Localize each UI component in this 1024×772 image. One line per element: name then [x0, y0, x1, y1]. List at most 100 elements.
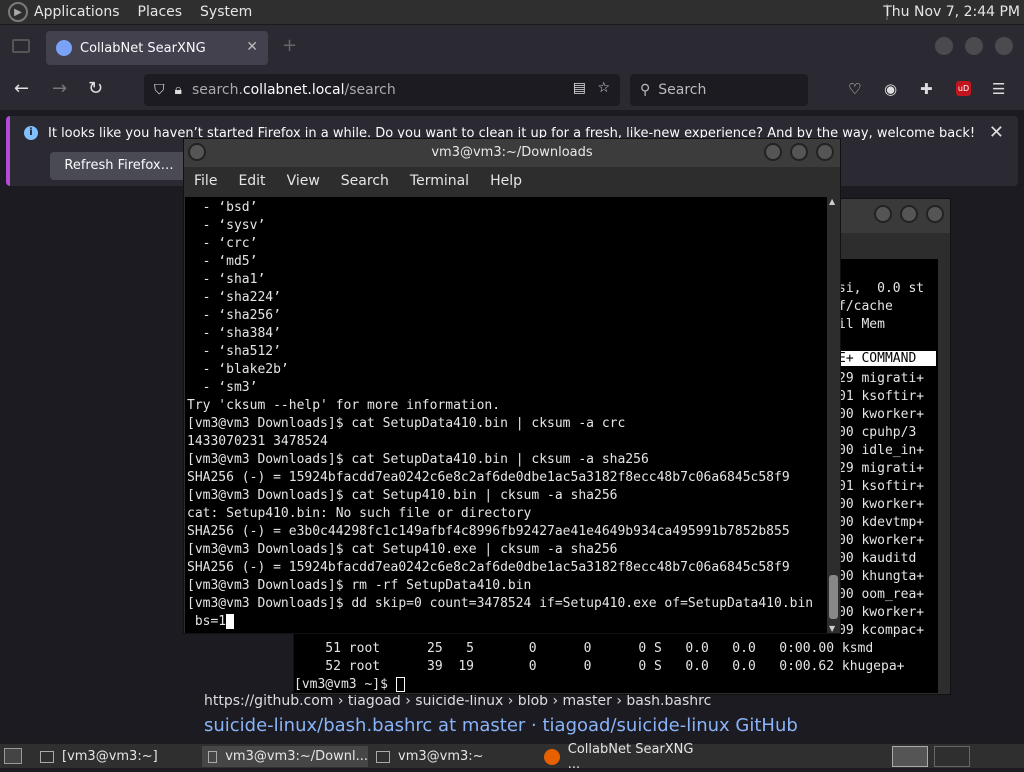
terminal-scrollbar[interactable]: ▲ ▼ — [827, 197, 840, 633]
close-window-icon[interactable] — [926, 205, 944, 223]
menu-places[interactable]: Places — [138, 4, 183, 20]
workspace-switcher[interactable] — [892, 746, 928, 767]
menu-edit[interactable]: Edit — [238, 173, 265, 189]
terminal-line: - ‘sha1’ — [187, 272, 266, 287]
terminal-line: - ‘sha256’ — [187, 308, 281, 323]
firefox-icon — [544, 748, 560, 765]
menu-terminal[interactable]: Terminal — [410, 173, 469, 189]
searxng-favicon-icon — [56, 40, 72, 56]
window-menu-icon[interactable] — [188, 143, 206, 161]
terminal-titlebar[interactable]: vm3@vm3:~/Downloads — [184, 139, 840, 167]
menu-help[interactable]: Help — [490, 173, 522, 189]
terminal-line: 51 root 25 5 0 0 0 S 0.0 0.0 0:00.00 ksm… — [294, 641, 874, 656]
maximize-icon[interactable] — [900, 205, 918, 223]
menu-file[interactable]: File — [194, 173, 217, 189]
account-icon[interactable]: ◉ — [884, 80, 897, 98]
terminal-line: [vm3@vm3 Downloads]$ cat SetupData410.bi… — [187, 452, 649, 467]
tab-title: CollabNet SearXNG — [80, 40, 206, 56]
menu-search[interactable]: Search — [341, 173, 389, 189]
tab-bar: CollabNet SearXNG ✕ + — [0, 25, 1024, 70]
clock[interactable]: Thu Nov 7, 2:44 PM — [883, 4, 1020, 20]
close-window-icon[interactable] — [995, 37, 1013, 55]
close-window-icon[interactable] — [816, 143, 834, 161]
terminal-scrollbar[interactable] — [938, 259, 950, 693]
cursor — [226, 614, 235, 629]
menu-applications[interactable]: Applications — [34, 4, 120, 20]
ublock-origin-icon[interactable]: uD — [956, 81, 971, 96]
scrollbar-thumb[interactable] — [829, 575, 838, 619]
tracking-shield-icon[interactable]: ⛉ — [154, 82, 165, 98]
terminal-line: [vm3@vm3 Downloads]$ rm -rf SetupData410… — [187, 578, 532, 593]
terminal-line: [vm3@vm3 Downloads]$ cat Setup410.exe | … — [187, 542, 618, 557]
taskbar-label: vm3@vm3:~ — [398, 749, 484, 764]
terminal-line: - ‘crc’ — [187, 236, 258, 251]
minimize-icon[interactable] — [874, 205, 892, 223]
search-box[interactable]: ⚲ Search — [630, 74, 808, 106]
terminal-line: - ‘sysv’ — [187, 218, 266, 233]
terminal-line: 01 ksoftir+ — [838, 479, 925, 494]
workspace-switcher[interactable] — [934, 746, 970, 767]
extensions-icon[interactable]: ✚ — [920, 80, 933, 98]
scroll-down-icon[interactable]: ▼ — [829, 624, 835, 633]
url-bar[interactable]: ⛉ 🔒︎ search.collabnet.local/search ▤ ☆ — [144, 74, 620, 106]
terminal-line: - ‘sm3’ — [187, 380, 258, 395]
tab-overview-icon[interactable] — [12, 39, 30, 53]
tab-close-icon[interactable]: ✕ — [246, 39, 258, 55]
terminal-line: - ‘sha512’ — [187, 344, 281, 359]
hamburger-menu-icon[interactable]: ☰ — [992, 80, 1005, 98]
result-url[interactable]: https://github.com › tiagoad › suicide-l… — [204, 693, 711, 709]
terminal-screen[interactable]: - ‘bsd’ - ‘sysv’ - ‘crc’ - ‘md5’ - ‘sha1… — [185, 197, 827, 633]
menu-system[interactable]: System — [200, 4, 252, 20]
back-arrow-icon[interactable]: ← — [14, 78, 29, 99]
notification-close-icon[interactable]: ✕ — [989, 122, 1004, 143]
terminal-line: 00 kworker+ — [838, 497, 925, 512]
top-panel: ▶ Applications Places System Thu Nov 7, … — [0, 0, 1024, 25]
taskbar-item-terminal-1[interactable]: [vm3@vm3:~] — [34, 746, 196, 767]
terminal-line: cat: Setup410.bin: No such file or direc… — [187, 506, 532, 521]
reload-icon[interactable]: ↻ — [88, 78, 103, 99]
show-desktop-icon[interactable] — [4, 748, 22, 764]
info-icon: i — [24, 126, 38, 140]
lock-icon[interactable]: 🔒︎ — [175, 82, 182, 98]
terminal-line: 00 kworker+ — [838, 407, 925, 422]
terminal-line: [vm3@vm3 Downloads]$ cat SetupData410.bi… — [187, 416, 626, 431]
minimize-icon[interactable] — [764, 143, 782, 161]
terminal-line: 01 ksoftir+ — [838, 389, 925, 404]
terminal-line: - ‘md5’ — [187, 254, 258, 269]
refresh-firefox-button[interactable]: Refresh Firefox… — [50, 152, 188, 180]
terminal-line: [vm3@vm3 Downloads]$ cat Setup410.bin | … — [187, 488, 618, 503]
reader-view-icon[interactable]: ▤ — [573, 80, 586, 96]
maximize-icon[interactable] — [790, 143, 808, 161]
terminal-icon — [208, 750, 218, 763]
terminal-line: E+ COMMAND — [838, 351, 936, 366]
forward-arrow-icon[interactable]: → — [52, 78, 67, 99]
terminal-window-downloads[interactable]: vm3@vm3:~/Downloads File Edit View Searc… — [183, 138, 841, 634]
window-title: vm3@vm3:~/Downloads — [431, 145, 593, 160]
maximize-icon[interactable] — [965, 37, 983, 55]
minimize-icon[interactable] — [935, 37, 953, 55]
taskbar-item-terminal-downloads[interactable]: vm3@vm3:~/Downl... — [202, 746, 368, 767]
terminal-line: 00 oom_rea+ — [838, 587, 925, 602]
search-placeholder: Search — [658, 82, 707, 98]
taskbar-item-terminal-2[interactable]: vm3@vm3:~ — [370, 746, 532, 767]
terminal-line: 00 cpuhp/3 — [838, 425, 917, 440]
new-tab-icon[interactable]: + — [282, 35, 297, 56]
distro-logo-icon[interactable]: ▶ — [8, 2, 28, 22]
tab-collabnet-searxng[interactable]: CollabNet SearXNG ✕ — [46, 31, 268, 65]
bookmark-star-icon[interactable]: ☆ — [597, 80, 610, 96]
terminal-menubar: File Edit View Search Terminal Help — [184, 167, 840, 195]
terminal-line: 29 migrati+ — [838, 371, 925, 386]
terminal-line: il Mem — [838, 317, 885, 332]
terminal-line: 00 kworker+ — [838, 533, 925, 548]
result-title-link[interactable]: suicide-linux/bash.bashrc at master · ti… — [204, 715, 798, 736]
scroll-up-icon[interactable]: ▲ — [829, 197, 835, 206]
taskbar-label: CollabNet SearXNG ... — [567, 741, 694, 772]
pocket-icon[interactable]: ♡ — [848, 80, 861, 98]
url-text: search.collabnet.local/search — [191, 82, 396, 98]
terminal-line: 00 khungta+ — [838, 569, 925, 584]
taskbar-item-firefox[interactable]: CollabNet SearXNG ... — [538, 742, 708, 772]
terminal-line: SHA256 (-) = 15924bfacdd7ea0242c6e8c2af6… — [187, 470, 790, 485]
menu-view[interactable]: View — [287, 173, 320, 189]
terminal-prompt: bs=1 — [185, 613, 827, 631]
terminal-line: si, 0.0 st — [838, 281, 925, 296]
